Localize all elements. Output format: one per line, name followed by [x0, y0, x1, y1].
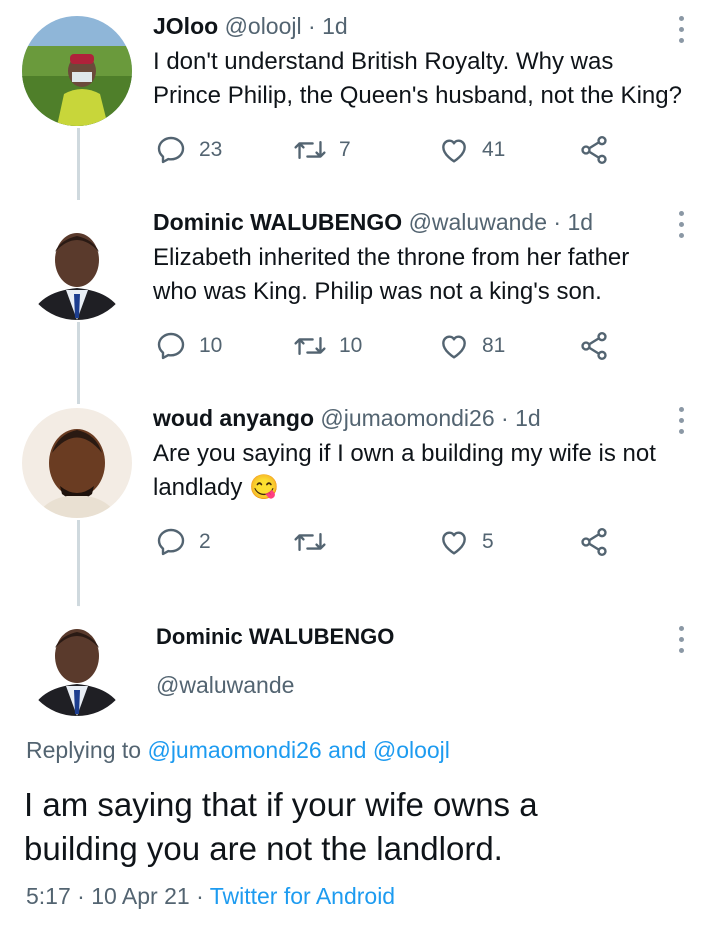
- main-tweet-text: I am saying that if your wife owns a bui…: [24, 783, 538, 871]
- retweet-icon: [294, 336, 326, 356]
- retweet-icon: [294, 140, 326, 160]
- tweet-text: Are you saying if I own a building my wi…: [153, 437, 656, 505]
- tweet-actions: 2 5: [155, 524, 625, 560]
- heart-icon: [442, 139, 466, 163]
- like-count: 5: [482, 530, 494, 553]
- tweet-text: Elizabeth inherited the throne from her …: [153, 241, 629, 309]
- tweet-date[interactable]: 10 Apr 21: [91, 883, 189, 909]
- tweet-text-line: who was King. Philip was not a king's so…: [153, 278, 602, 305]
- reply-count: 10: [199, 334, 223, 357]
- like-count: 41: [482, 138, 506, 161]
- separator: ·: [308, 13, 316, 39]
- retweet-count: 10: [339, 334, 363, 357]
- reply-icon: [157, 332, 185, 360]
- more-options-icon[interactable]: [676, 407, 686, 437]
- tweet-text-line: I don't understand British Royalty. Why …: [153, 48, 614, 75]
- share-button[interactable]: [578, 132, 610, 168]
- tweet-time[interactable]: 5:17: [26, 883, 71, 909]
- tweet-header: woud anyango @jumaomondi26 · 1d: [153, 405, 541, 432]
- mention-link[interactable]: @oloojl: [373, 737, 450, 763]
- like-button[interactable]: 81: [438, 328, 505, 364]
- retweet-button[interactable]: 7: [293, 132, 351, 168]
- tweet-header: Dominic WALUBENGO @waluwande · 1d: [153, 209, 593, 236]
- replying-to-label: Replying to: [26, 737, 142, 763]
- separator: ·: [553, 209, 562, 235]
- retweet-count: 7: [339, 138, 351, 161]
- like-count: 81: [482, 334, 506, 357]
- mention-conjunction: and: [328, 737, 367, 763]
- separator: ·: [501, 405, 509, 431]
- tweet-text: I don't understand British Royalty. Why …: [153, 45, 682, 113]
- mention-link[interactable]: @jumaomondi26: [147, 737, 321, 763]
- tweet-text-line: Are you saying if I own a building my wi…: [153, 440, 656, 467]
- face-savoring-food-emoji: 😋: [249, 474, 279, 501]
- main-tweet-text-line: building you are not the landlord.: [24, 830, 503, 867]
- timestamp[interactable]: 1d: [322, 13, 348, 39]
- heart-icon: [442, 335, 466, 359]
- tweet-source[interactable]: Twitter for Android: [210, 883, 395, 909]
- tweet-actions: 10 10 81: [155, 328, 625, 364]
- timestamp[interactable]: 1d: [567, 209, 593, 235]
- more-options-icon[interactable]: [676, 626, 686, 656]
- separator: ·: [77, 883, 85, 909]
- tweet-text-line: landlady 😋: [153, 471, 656, 505]
- reply-button[interactable]: 23: [155, 132, 222, 168]
- avatar[interactable]: [22, 210, 132, 320]
- thread-line: [77, 128, 80, 200]
- main-author-name[interactable]: Dominic WALUBENGO: [156, 624, 394, 650]
- share-button[interactable]: [578, 328, 610, 364]
- main-author-handle[interactable]: @waluwande: [156, 672, 294, 699]
- author-handle[interactable]: @jumaomondi26: [320, 405, 494, 431]
- avatar[interactable]: [22, 16, 132, 126]
- avatar[interactable]: [22, 408, 132, 518]
- tweet-text-line-part: landlady: [153, 474, 243, 501]
- share-button[interactable]: [578, 524, 610, 560]
- reply-count: 23: [199, 138, 223, 161]
- tweet-text-line: Elizabeth inherited the throne from her …: [153, 244, 630, 271]
- replying-to: Replying to @jumaomondi26 and @oloojl: [26, 737, 450, 764]
- reply-count: 2: [199, 530, 211, 553]
- thread-line: [77, 322, 80, 404]
- timestamp[interactable]: 1d: [515, 405, 541, 431]
- retweet-button[interactable]: 10: [293, 328, 362, 364]
- author-handle[interactable]: @oloojl: [225, 13, 302, 39]
- retweet-button[interactable]: [293, 524, 339, 560]
- reply-icon: [157, 528, 185, 556]
- tweet-header: JOloo @oloojl · 1d: [153, 13, 348, 40]
- retweet-icon: [294, 532, 326, 552]
- tweet-text-line: Prince Philip, the Queen's husband, not …: [153, 82, 682, 109]
- reply-button[interactable]: 10: [155, 328, 222, 364]
- share-icon: [581, 528, 607, 556]
- tweet-actions: 23 7 41: [155, 132, 625, 168]
- avatar[interactable]: [22, 606, 132, 716]
- separator: ·: [196, 883, 204, 909]
- author-name[interactable]: JOloo: [153, 13, 218, 39]
- thread-line: [77, 520, 80, 608]
- tweet-meta: 5:17 · 10 Apr 21 · Twitter for Android: [26, 883, 395, 910]
- share-icon: [581, 136, 607, 164]
- heart-icon: [442, 531, 466, 555]
- author-name[interactable]: Dominic WALUBENGO: [153, 209, 402, 235]
- like-button[interactable]: 41: [438, 132, 505, 168]
- like-button[interactable]: 5: [438, 524, 494, 560]
- more-options-icon[interactable]: [676, 211, 686, 241]
- share-icon: [581, 332, 607, 360]
- more-options-icon[interactable]: [676, 16, 686, 46]
- main-tweet-text-line: I am saying that if your wife owns a: [24, 786, 538, 823]
- author-name[interactable]: woud anyango: [153, 405, 314, 431]
- reply-button[interactable]: 2: [155, 524, 211, 560]
- reply-icon: [157, 136, 185, 164]
- author-handle[interactable]: @waluwande: [409, 209, 547, 235]
